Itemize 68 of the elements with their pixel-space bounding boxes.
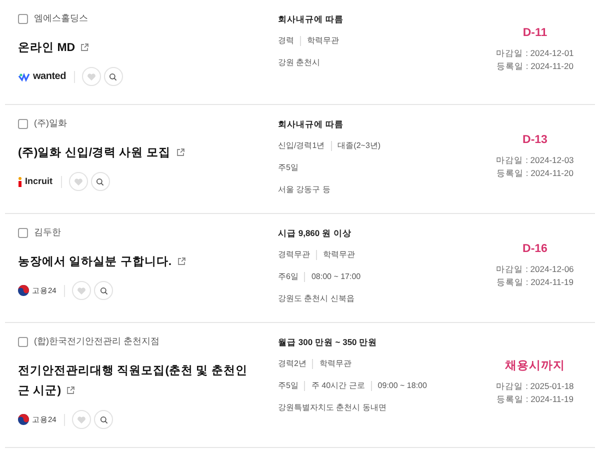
deadline-label: D-16	[522, 242, 548, 258]
dot-icon	[18, 176, 22, 186]
detail-text: 학력무관	[312, 359, 352, 369]
registered-date: 등록일 : 2024-11-20	[496, 166, 574, 180]
detail-text: 강원도 춘천시 신북읍	[278, 294, 354, 304]
deadline-date: 마감일 : 2024-12-03	[496, 154, 574, 167]
detail-text: 경력2년	[278, 359, 306, 369]
job-title[interactable]: (주)일화 신입/경력 사원 모집	[18, 143, 265, 163]
source-logo: Incruit	[25, 177, 53, 186]
registered-date: 등록일 : 2024-11-20	[496, 60, 574, 73]
detail-text: 주5일	[278, 163, 298, 173]
search-icon	[100, 286, 108, 294]
search-button[interactable]	[90, 172, 110, 191]
detail-text: 학력무관	[316, 250, 355, 260]
external-link-icon[interactable]	[66, 386, 76, 396]
search-button[interactable]	[104, 67, 123, 86]
registered-date: 등록일 : 2024-11-19	[496, 276, 574, 289]
checkbox[interactable]	[18, 14, 28, 24]
detail-text: 경력무관	[278, 250, 310, 260]
deadline-label: D-11	[522, 26, 548, 42]
detail-text: 서울 강동구 등	[278, 185, 330, 195]
detail-text: 09:00 ~ 18:00	[370, 381, 427, 391]
heart-icon	[74, 178, 83, 186]
external-link-icon[interactable]	[80, 43, 90, 52]
salary-text: 회사내규에 따름	[278, 14, 344, 24]
salary-text: 시급 9,860 원 이상	[278, 228, 352, 238]
detail-text: 강원 춘천시	[278, 58, 320, 68]
search-icon	[109, 72, 118, 80]
detail-text: 신입/경력1년	[278, 141, 325, 151]
checkbox[interactable]	[18, 228, 28, 238]
company-name: 김두한	[34, 226, 61, 240]
detail-text: 학력무관	[300, 36, 339, 46]
deadline-label: 채용시까지	[505, 359, 565, 374]
company-name: (주)일화	[34, 117, 67, 130]
detail-text: 주6일	[278, 272, 298, 282]
source-logo: wanted	[33, 72, 66, 82]
taegeuk-icon	[18, 285, 29, 296]
registered-date: 등록일 : 2024-11-19	[496, 392, 574, 406]
checkbox[interactable]	[18, 337, 28, 347]
search-icon	[96, 178, 104, 186]
company-name: (합)한국전기안전관리 춘천지점	[34, 335, 160, 348]
taegeuk-icon	[18, 414, 29, 425]
detail-text: 주5일	[278, 381, 298, 391]
salary-text: 월급 300 만원 ~ 350 만원	[278, 337, 378, 347]
detail-text: 대졸(2~3년)	[330, 141, 381, 151]
deadline-date: 마감일 : 2024-12-06	[496, 262, 574, 276]
search-button[interactable]	[94, 410, 114, 429]
checkbox[interactable]	[18, 119, 28, 129]
job-title[interactable]: 전기안전관리대행 직원모집(춘천 및 춘천인근 시군)	[18, 361, 265, 401]
external-link-icon[interactable]	[176, 148, 185, 158]
deadline-date: 마감일 : 2024-12-01	[496, 46, 574, 60]
detail-text: 08:00 ~ 17:00	[304, 272, 361, 282]
heart-icon	[77, 416, 86, 424]
external-link-icon[interactable]	[176, 257, 186, 266]
deadline-date: 마감일 : 2025-01-18	[496, 380, 574, 393]
search-icon	[100, 416, 108, 424]
heart-icon	[77, 286, 86, 294]
heart-icon	[86, 72, 96, 80]
detail-text: 강원특별자치도 춘천시 동내면	[278, 403, 386, 413]
company-name: 엠에스홀딩스	[34, 12, 88, 26]
job-title[interactable]: 온라인 MD	[18, 38, 265, 58]
deadline-label: D-13	[522, 133, 548, 148]
wave-icon	[18, 72, 30, 82]
detail-text: 주 40시간 근로	[304, 381, 365, 391]
job-title[interactable]: 농장에서 일하실분 구합니다.	[18, 252, 265, 272]
salary-text: 회사내규에 따름	[278, 119, 344, 129]
search-button[interactable]	[94, 281, 114, 300]
detail-text: 경력	[278, 36, 294, 46]
